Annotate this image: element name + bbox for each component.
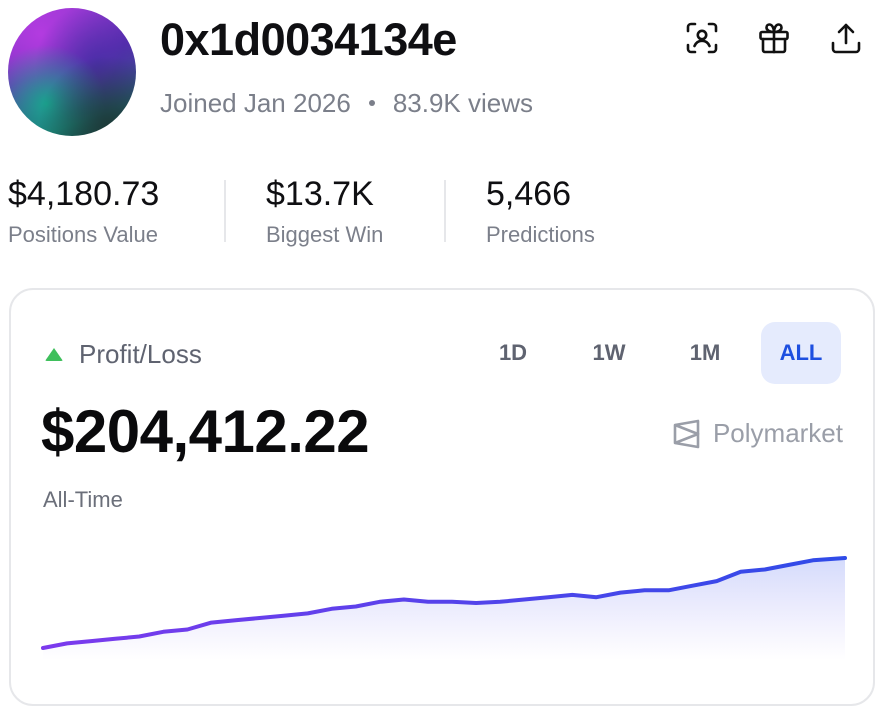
stat-value: 5,466 [486, 175, 572, 213]
gift-icon [759, 23, 789, 54]
stat-value: $4,180.73 [8, 175, 160, 213]
stat-biggest-win: $13.7K Biggest Win [266, 172, 383, 250]
profit-loss-chart [41, 556, 847, 660]
username-title: 0x1d0034134e [160, 14, 457, 65]
view-count: 83.9K views [392, 88, 534, 118]
profit-loss-card: Profit/Loss 1D 1W 1M ALL $204,412.22 All… [9, 288, 875, 706]
share-upload-icon [831, 23, 861, 54]
profile-meta: Joined Jan 2026 83.9K views [160, 86, 533, 120]
chart-area-fill [43, 558, 845, 660]
stat-label: Biggest Win [266, 222, 384, 247]
joined-date: Joined Jan 2026 [160, 88, 351, 118]
stat-predictions: 5,466 Predictions [486, 172, 595, 250]
share-button[interactable] [828, 20, 864, 56]
stat-label: Predictions [486, 222, 595, 247]
stat-divider [224, 180, 226, 242]
scan-profile-icon [686, 22, 718, 54]
stat-label: Positions Value [8, 222, 159, 247]
avatar[interactable] [8, 8, 136, 136]
profile-stats: $4,180.73 Positions Value $13.7K Biggest… [0, 172, 888, 256]
stat-value: $13.7K [266, 175, 374, 213]
separator-dot [368, 100, 375, 106]
gift-button[interactable] [756, 20, 792, 56]
stat-positions-value: $4,180.73 Positions Value [8, 172, 159, 250]
scan-profile-button[interactable] [684, 20, 720, 56]
stat-divider [444, 180, 446, 242]
